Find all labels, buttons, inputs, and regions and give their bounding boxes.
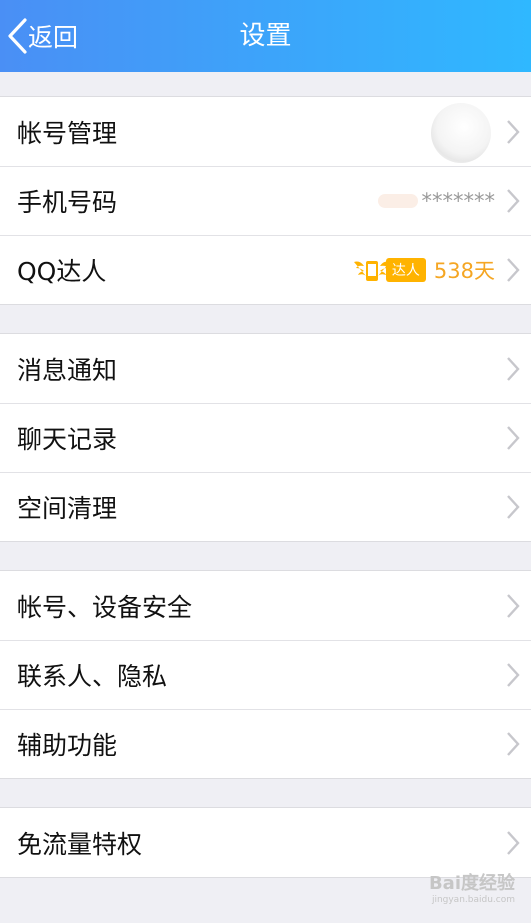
row-label: QQ达人	[17, 256, 107, 286]
group-security: 帐号、设备安全 联系人、隐私 辅助功能	[0, 570, 531, 779]
row-label: 消息通知	[17, 355, 118, 385]
chevron-right-icon	[507, 494, 520, 519]
row-label: 空间清理	[17, 493, 118, 523]
row-label: 帐号、设备安全	[17, 592, 193, 622]
group-account: 帐号管理 手机号码 ******* QQ达人 达人 538天	[0, 96, 531, 305]
nav-bar: 返回 设置	[0, 0, 531, 72]
row-label: 聊天记录	[17, 424, 118, 454]
talent-badge-label: 达人	[385, 257, 426, 282]
talent-days: 538天	[433, 258, 495, 283]
row-message-notification[interactable]: 消息通知	[0, 334, 531, 403]
row-contacts-privacy[interactable]: 联系人、隐私	[0, 640, 531, 709]
chevron-right-icon	[507, 188, 520, 213]
page-title: 设置	[239, 21, 292, 51]
group-messages: 消息通知 聊天记录 空间清理	[0, 333, 531, 542]
talent-value: 达人 538天	[352, 235, 495, 304]
phone-value: *******	[377, 166, 496, 235]
row-account-device-security[interactable]: 帐号、设备安全	[0, 571, 531, 640]
chevron-right-icon	[507, 356, 520, 381]
phone-number-text: *******	[421, 188, 496, 213]
watermark: Bai度经验 jingyan.baidu.com	[429, 869, 515, 905]
row-label: 帐号管理	[17, 118, 118, 148]
chevron-right-icon	[507, 119, 520, 144]
row-label: 手机号码	[17, 187, 118, 217]
group-data-plan: 免流量特权	[0, 807, 531, 878]
row-phone-number[interactable]: 手机号码 *******	[0, 166, 531, 235]
row-free-data-privilege[interactable]: 免流量特权	[0, 808, 531, 877]
chevron-right-icon	[507, 731, 520, 756]
masked-region	[377, 193, 418, 208]
row-label: 免流量特权	[17, 829, 143, 859]
row-account-management[interactable]: 帐号管理	[0, 97, 531, 166]
row-accessibility[interactable]: 辅助功能	[0, 709, 531, 778]
chevron-right-icon	[507, 830, 520, 855]
watermark-text: Bai度经验	[428, 873, 515, 894]
watermark-subtext: jingyan.baidu.com	[431, 895, 515, 905]
row-storage-cleanup[interactable]: 空间清理	[0, 472, 531, 541]
chevron-right-icon	[507, 257, 520, 282]
avatar	[431, 103, 491, 163]
chevron-right-icon	[507, 662, 520, 687]
row-label: 辅助功能	[17, 730, 118, 760]
chevron-right-icon	[507, 425, 520, 450]
talent-badge: 达人	[352, 256, 426, 284]
chevron-right-icon	[507, 593, 520, 618]
row-label: 联系人、隐私	[17, 661, 168, 691]
row-qq-talent[interactable]: QQ达人 达人 538天	[0, 235, 531, 304]
row-chat-history[interactable]: 聊天记录	[0, 403, 531, 472]
